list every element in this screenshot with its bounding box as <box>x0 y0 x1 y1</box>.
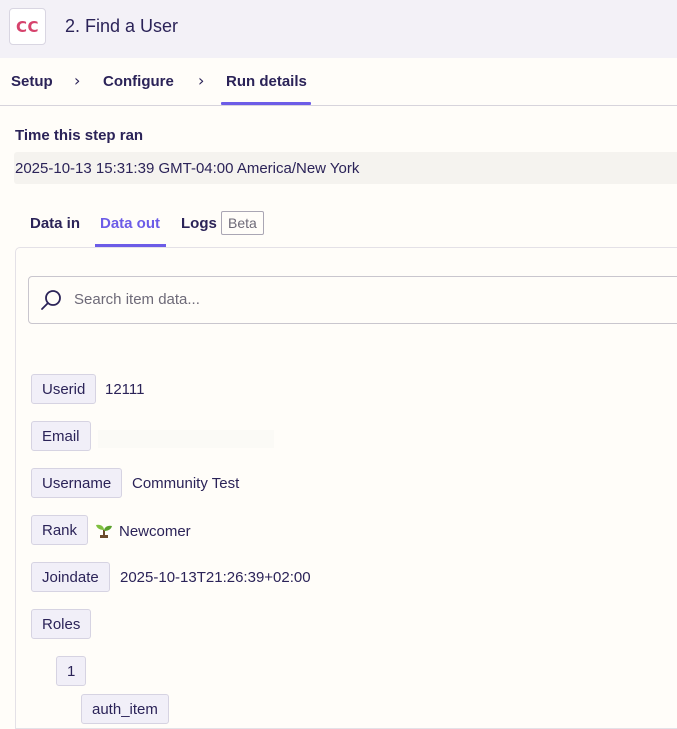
tab-data-out[interactable]: Data out <box>100 215 160 232</box>
field-key-email: Email <box>31 421 91 451</box>
beta-badge: Beta <box>221 211 264 235</box>
field-key-roles-index: 1 <box>56 656 87 686</box>
tab-logs[interactable]: Logs <box>181 215 217 232</box>
field-key-auth-item: auth_item <box>81 694 169 724</box>
field-key-roles: Roles <box>31 609 92 639</box>
step-tabs: Setup › Configure › Run details <box>0 58 677 106</box>
field-value-rank: Newcomer <box>119 523 191 540</box>
field-key-userid: Userid <box>31 374 97 404</box>
field-key-rank: Rank <box>31 515 89 545</box>
tab-run-details[interactable]: Run details <box>226 73 307 90</box>
field-value-rank-row: Newcomer <box>95 522 191 540</box>
field-value-userid: 12111 <box>105 381 145 398</box>
step-title: 2. Find a User <box>65 16 179 36</box>
active-tab-indicator <box>221 102 311 105</box>
search-icon <box>41 290 61 310</box>
field-value-joindate: 2025-10-13T21:26:39+02:00 <box>120 569 311 586</box>
time-label: Time this step ran <box>15 127 144 144</box>
search-placeholder: Search item data... <box>74 291 200 308</box>
field-value-username: Community Test <box>132 475 240 492</box>
tab-setup[interactable]: Setup <box>11 73 53 90</box>
field-value-email <box>98 430 274 448</box>
field-key-joindate: Joindate <box>31 562 110 592</box>
time-value: 2025-10-13 15:31:39 GMT-04:00 America/Ne… <box>15 160 360 177</box>
seedling-icon <box>96 524 112 538</box>
step-header: CC 2. Find a User <box>0 0 677 58</box>
app-logo: CC <box>9 8 46 45</box>
chevron-right-icon: › <box>74 71 81 90</box>
field-key-username: Username <box>31 468 123 498</box>
chevron-right-icon: › <box>198 71 205 90</box>
tab-data-in[interactable]: Data in <box>30 215 80 232</box>
tab-configure[interactable]: Configure <box>103 73 174 90</box>
